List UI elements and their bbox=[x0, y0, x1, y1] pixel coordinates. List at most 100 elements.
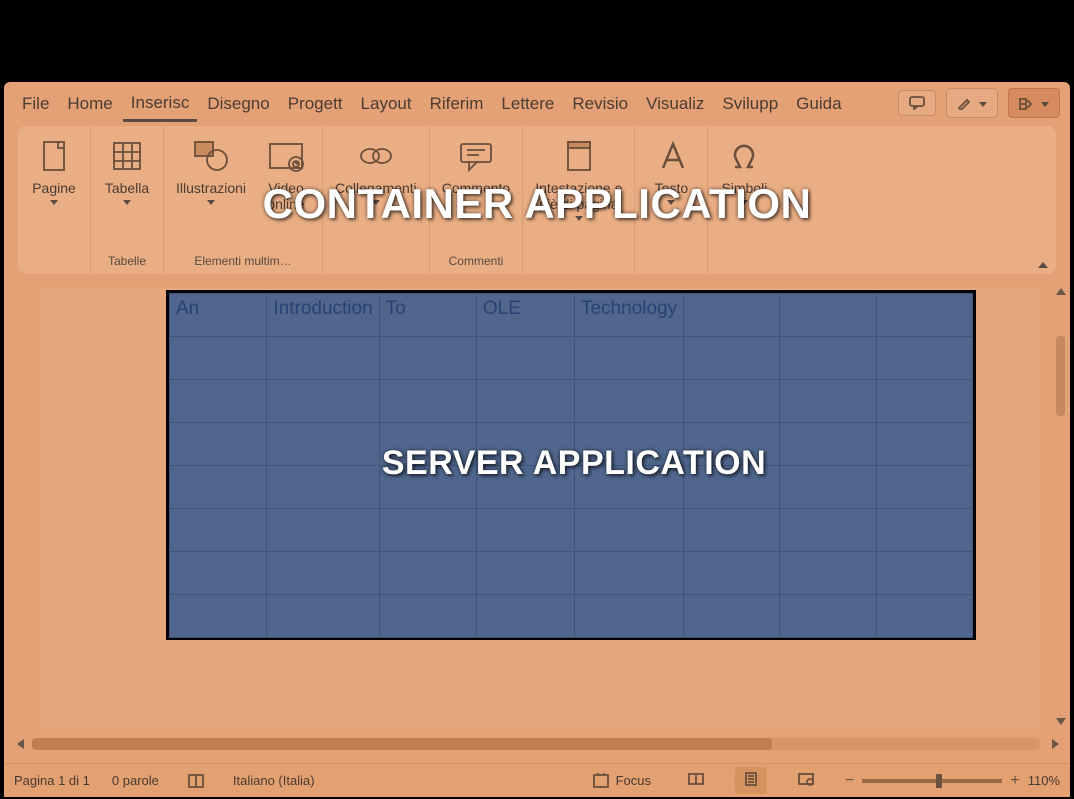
cell[interactable] bbox=[267, 466, 379, 509]
cell[interactable] bbox=[780, 595, 876, 638]
cell[interactable] bbox=[876, 380, 972, 423]
cell[interactable] bbox=[684, 380, 780, 423]
cell[interactable] bbox=[267, 552, 379, 595]
cell[interactable] bbox=[379, 380, 476, 423]
cell[interactable]: To bbox=[379, 294, 476, 337]
cell[interactable] bbox=[379, 552, 476, 595]
video-online-button[interactable]: Video online bbox=[256, 132, 316, 216]
word-count[interactable]: 0 parole bbox=[112, 773, 159, 788]
cell[interactable] bbox=[574, 509, 683, 552]
ribbon-collapse-button[interactable] bbox=[1038, 262, 1048, 268]
cell[interactable] bbox=[780, 423, 876, 466]
scroll-left-arrow[interactable] bbox=[14, 739, 24, 749]
cell[interactable] bbox=[574, 423, 683, 466]
scroll-right-arrow[interactable] bbox=[1052, 739, 1062, 749]
tab-guida[interactable]: Guida bbox=[788, 86, 849, 120]
commento-button[interactable]: Commento bbox=[436, 132, 516, 200]
cell[interactable] bbox=[170, 337, 267, 380]
spellcheck-button[interactable] bbox=[181, 769, 211, 793]
tab-progettazione[interactable]: Progett bbox=[280, 86, 351, 120]
zoom-value[interactable]: 110% bbox=[1028, 773, 1060, 788]
page-indicator[interactable]: Pagina 1 di 1 bbox=[14, 773, 90, 788]
cell[interactable] bbox=[780, 294, 876, 337]
cell[interactable] bbox=[780, 380, 876, 423]
editing-mode-button[interactable] bbox=[946, 88, 998, 118]
tab-inserisci[interactable]: Inserisc bbox=[123, 85, 198, 122]
cell[interactable] bbox=[267, 337, 379, 380]
cell[interactable] bbox=[574, 337, 683, 380]
simboli-button[interactable]: Simboli bbox=[714, 132, 774, 209]
horizontal-scroll-thumb[interactable] bbox=[32, 738, 772, 750]
vertical-scrollbar[interactable] bbox=[1054, 288, 1068, 728]
cell[interactable] bbox=[476, 466, 574, 509]
cell[interactable] bbox=[476, 509, 574, 552]
tab-sviluppo[interactable]: Svilupp bbox=[714, 86, 786, 120]
cell[interactable] bbox=[267, 380, 379, 423]
cell[interactable] bbox=[684, 595, 780, 638]
tab-riferimenti[interactable]: Riferim bbox=[422, 86, 492, 120]
cell[interactable] bbox=[876, 294, 972, 337]
tabella-button[interactable]: Tabella bbox=[97, 132, 157, 209]
zoom-in-button[interactable]: + bbox=[1010, 772, 1019, 790]
cell[interactable] bbox=[476, 552, 574, 595]
cell[interactable] bbox=[170, 552, 267, 595]
scroll-down-arrow[interactable] bbox=[1056, 718, 1066, 728]
cell[interactable] bbox=[876, 423, 972, 466]
cell[interactable] bbox=[379, 509, 476, 552]
cell[interactable] bbox=[876, 595, 972, 638]
cell[interactable] bbox=[684, 509, 780, 552]
zoom-slider[interactable] bbox=[862, 779, 1002, 783]
tab-visualizza[interactable]: Visualiz bbox=[638, 86, 712, 120]
cell[interactable] bbox=[684, 466, 780, 509]
cell[interactable] bbox=[876, 509, 972, 552]
cell[interactable] bbox=[574, 595, 683, 638]
tab-file[interactable]: File bbox=[14, 86, 57, 120]
testo-button[interactable]: Testo bbox=[641, 132, 701, 209]
collegamenti-button[interactable]: Collegamenti bbox=[329, 132, 423, 209]
document-page[interactable]: AnIntroductionToOLETechnology bbox=[40, 288, 1040, 729]
language-indicator[interactable]: Italiano (Italia) bbox=[233, 773, 315, 788]
spreadsheet-grid[interactable]: AnIntroductionToOLETechnology bbox=[169, 293, 973, 638]
share-button[interactable] bbox=[1008, 88, 1060, 118]
cell[interactable] bbox=[267, 509, 379, 552]
vertical-scroll-thumb[interactable] bbox=[1056, 336, 1065, 416]
cell[interactable] bbox=[574, 466, 683, 509]
cell[interactable]: An bbox=[170, 294, 267, 337]
cell[interactable] bbox=[170, 595, 267, 638]
cell[interactable] bbox=[780, 509, 876, 552]
cell[interactable] bbox=[780, 552, 876, 595]
cell[interactable] bbox=[170, 509, 267, 552]
tab-lettere[interactable]: Lettere bbox=[493, 86, 562, 120]
print-layout-button[interactable] bbox=[735, 767, 767, 794]
tab-revisione[interactable]: Revisio bbox=[564, 86, 636, 120]
cell[interactable] bbox=[170, 423, 267, 466]
tab-home[interactable]: Home bbox=[59, 86, 120, 120]
scroll-up-arrow[interactable] bbox=[1056, 288, 1066, 298]
zoom-out-button[interactable]: − bbox=[845, 772, 854, 790]
cell[interactable] bbox=[379, 423, 476, 466]
intestazione-button[interactable]: Intestazione e piè di pagina bbox=[529, 132, 628, 225]
cell[interactable] bbox=[476, 423, 574, 466]
cell[interactable] bbox=[876, 466, 972, 509]
cell[interactable] bbox=[684, 294, 780, 337]
horizontal-scrollbar[interactable] bbox=[14, 738, 1040, 750]
cell[interactable] bbox=[876, 337, 972, 380]
cell[interactable] bbox=[780, 466, 876, 509]
cell[interactable] bbox=[574, 380, 683, 423]
cell[interactable] bbox=[684, 552, 780, 595]
zoom-slider-thumb[interactable] bbox=[936, 774, 942, 788]
tab-layout[interactable]: Layout bbox=[353, 86, 420, 120]
cell[interactable]: OLE bbox=[476, 294, 574, 337]
cell[interactable] bbox=[574, 552, 683, 595]
cell[interactable] bbox=[170, 466, 267, 509]
read-mode-button[interactable] bbox=[679, 768, 713, 793]
cell[interactable] bbox=[267, 595, 379, 638]
cell[interactable] bbox=[379, 337, 476, 380]
cell[interactable] bbox=[267, 423, 379, 466]
comments-button[interactable] bbox=[898, 90, 936, 116]
cell[interactable] bbox=[476, 337, 574, 380]
cell[interactable] bbox=[684, 423, 780, 466]
cell[interactable] bbox=[379, 595, 476, 638]
focus-mode-button[interactable]: Focus bbox=[586, 769, 657, 793]
web-layout-button[interactable] bbox=[789, 768, 823, 793]
